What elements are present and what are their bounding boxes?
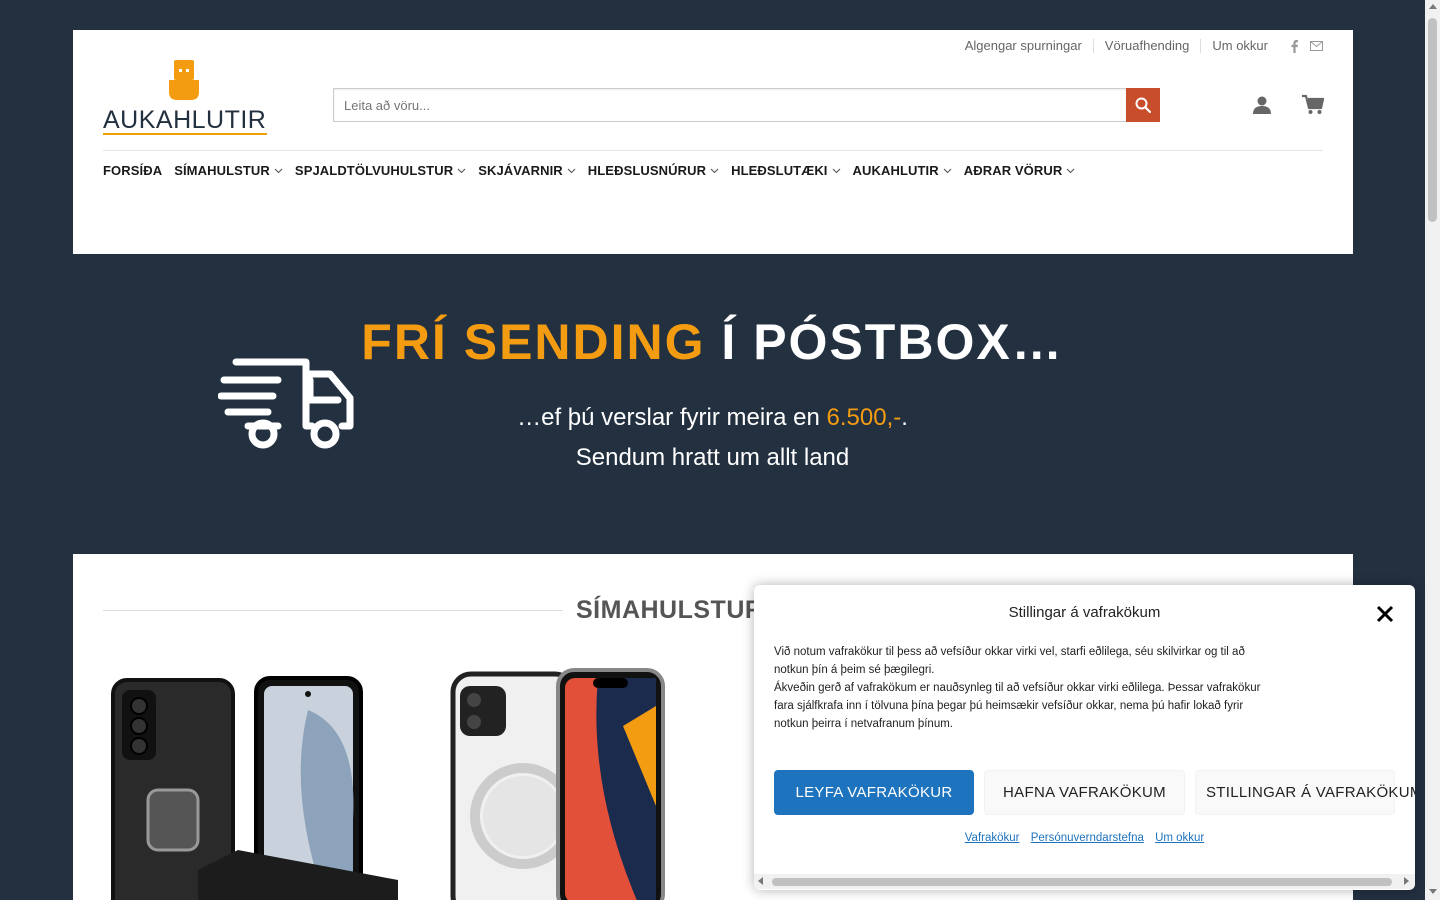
cookie-policy-link[interactable]: Vafrakökur: [965, 832, 1020, 844]
search-button[interactable]: [1126, 88, 1160, 122]
banner-sub-line2: Sendum hratt um allt land: [575, 444, 850, 471]
envelope-icon[interactable]: [1309, 41, 1323, 51]
cookie-dialog-title: Stillingar á vafrakökum: [1008, 604, 1161, 621]
nav-item-label: SÍMAHULSTUR: [174, 162, 270, 178]
nav-item-label: HLEÐSLUTÆKI: [731, 162, 828, 178]
topbar-link-faq[interactable]: Algengar spurningar: [954, 39, 1094, 53]
chevron-down-icon: [710, 168, 719, 173]
header-divider: [103, 150, 1323, 151]
nav-item-adrar-vorur[interactable]: AÐRAR VÖRUR: [964, 163, 1076, 178]
top-bar: Algengar spurningar Vöruafhending Um okk…: [954, 36, 1323, 56]
scroll-down-arrow-icon[interactable]: [1429, 889, 1437, 894]
chevron-down-icon: [457, 168, 466, 173]
search-form: [333, 88, 1160, 122]
account-icon[interactable]: [1252, 95, 1272, 115]
cookie-links: Vafrakökur Persónuverndarstefna Um okkur: [754, 832, 1415, 844]
deny-cookies-button[interactable]: HAFNA VAFRAKÖKUM: [984, 770, 1185, 815]
nav-item-skjavarnir[interactable]: SKJÁVARNIR: [478, 163, 576, 178]
about-us-link[interactable]: Um okkur: [1155, 832, 1204, 844]
main-nav: FORSÍÐA SÍMAHULSTUR SPJALDTÖLVUHULSTUR S…: [103, 161, 1087, 179]
scroll-right-arrow-icon[interactable]: [1404, 877, 1409, 885]
chevron-down-icon: [1066, 168, 1075, 173]
banner-title-rest: Í PÓSTBOX…: [705, 314, 1064, 370]
nav-item-label: SKJÁVARNIR: [478, 162, 563, 178]
cookie-text-paragraph-1: Við notum vafrakökur til þess að vefsíðu…: [774, 646, 1245, 676]
page-scrollbar-thumb[interactable]: [1428, 18, 1437, 222]
cart-icon[interactable]: [1302, 94, 1324, 116]
banner-sub-text: …ef þú verslar fyrir meira en: [517, 404, 827, 431]
product-image-rugged-case[interactable]: [108, 670, 398, 900]
cookie-consent-dialog: Stillingar á vafrakökum Við notum vafrak…: [754, 585, 1415, 890]
nav-item-spjaldtolvuhulstur[interactable]: SPJALDTÖLVUHULSTUR: [295, 163, 466, 178]
logo-underline: [103, 133, 267, 135]
chevron-down-icon: [943, 168, 952, 173]
section-title: SÍMAHULSTUR: [576, 596, 764, 624]
logo-text: AUKAHLUTIR: [103, 106, 267, 134]
cookie-dialog-text: Við notum vafrakökur til þess að vefsíðu…: [774, 643, 1274, 733]
nav-item-label: HLEÐSLUSNÚRUR: [587, 162, 707, 178]
site-logo[interactable]: AUKAHLUTIR: [103, 58, 269, 138]
product-image-clear-magsafe-case[interactable]: [448, 666, 668, 900]
section-divider: [103, 610, 563, 611]
dialog-scrollbar-thumb[interactable]: [772, 878, 1392, 886]
nav-item-label: AUKAHLUTIR: [852, 162, 939, 178]
scroll-up-arrow-icon[interactable]: [1429, 4, 1437, 9]
cookie-preferences-button[interactable]: STILLINGAR Á VAFRAKÖKUM: [1195, 770, 1415, 815]
topbar-link-delivery[interactable]: Vöruafhending: [1094, 39, 1202, 53]
nav-item-label: FORSÍÐA: [103, 162, 163, 178]
banner-sub-period: .: [901, 404, 908, 431]
privacy-policy-link[interactable]: Persónuverndarstefna: [1031, 832, 1144, 844]
topbar-link-about[interactable]: Um okkur: [1201, 39, 1279, 53]
scroll-left-arrow-icon[interactable]: [758, 877, 763, 885]
chevron-down-icon: [832, 168, 840, 173]
site-header: Algengar spurningar Vöruafhending Um okk…: [73, 30, 1353, 254]
nav-item-forsida[interactable]: FORSÍÐA: [103, 163, 162, 178]
accept-cookies-button[interactable]: LEYFA VAFRAKÖKUR: [774, 770, 974, 815]
chevron-down-icon: [274, 168, 283, 173]
banner-title: FRÍ SENDING Í PÓSTBOX…: [0, 313, 1425, 371]
nav-item-hledslutaeki[interactable]: HLEÐSLUTÆKI: [731, 163, 840, 178]
banner-subtitle: …ef þú verslar fyrir meira en 6.500,-. S…: [0, 398, 1425, 478]
usb-logo-icon: [169, 60, 199, 100]
search-icon: [1135, 97, 1151, 113]
banner-title-highlight: FRÍ SENDING: [361, 314, 706, 370]
cookie-text-paragraph-2: Ákveðin gerð af vafrakökum er nauðsynleg…: [774, 682, 1261, 730]
close-icon[interactable]: [1374, 603, 1396, 625]
chevron-down-icon: [567, 168, 576, 173]
facebook-icon[interactable]: [1287, 39, 1301, 53]
nav-item-simahulstur[interactable]: SÍMAHULSTUR: [174, 163, 283, 178]
nav-item-label: AÐRAR VÖRUR: [963, 162, 1063, 178]
nav-item-label: SPJALDTÖLVUHULSTUR: [294, 162, 454, 178]
nav-item-aukahlutir[interactable]: AUKAHLUTIR: [853, 163, 952, 178]
search-input[interactable]: [333, 88, 1126, 122]
dialog-horizontal-scrollbar[interactable]: [754, 874, 1415, 889]
nav-item-hledslusnurur[interactable]: HLEÐSLUSNÚRUR: [588, 163, 719, 178]
banner-sub-amount: 6.500,-: [826, 404, 902, 431]
